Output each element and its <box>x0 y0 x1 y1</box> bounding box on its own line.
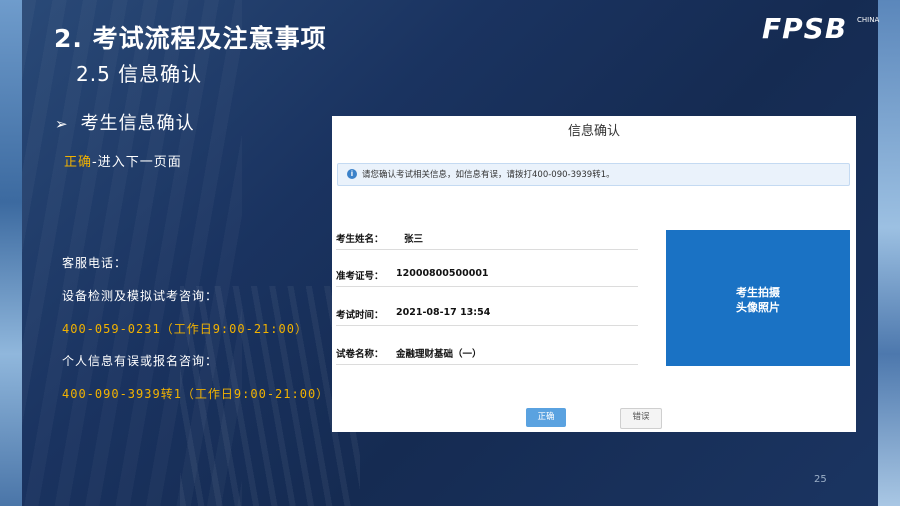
field-label: 考生姓名： <box>336 234 384 245</box>
slide: 2. 考试流程及注意事项 2.5 信息确认 FPSB CHINA ➢ 考生信息确认… <box>0 0 900 506</box>
device-check-phone: 400-059-0231（工作日9:00-21:00） <box>62 322 308 336</box>
notice-text: 请您确认考试相关信息，如信息有误，请拨打400-090-3939转1。 <box>362 170 615 180</box>
bullet-heading: ➢ 考生信息确认 <box>55 109 195 135</box>
device-check-label: 设备检测及模拟试考咨询： <box>62 289 219 303</box>
notice-bar: i 请您确认考试相关信息，如信息有误，请拨打400-090-3939转1。 <box>337 163 850 186</box>
error-button[interactable]: 错误 <box>620 408 662 429</box>
field-value: 12000800500001 <box>396 268 489 279</box>
info-icon: i <box>347 169 357 179</box>
field-exam-time: 考试时间： 2021-08-17 13:54 <box>336 303 638 326</box>
logo-text: FPSB <box>762 12 848 45</box>
field-label: 准考证号： <box>336 271 384 282</box>
candidate-photo: 考生拍摄 头像照片 <box>666 230 850 366</box>
info-confirm-screen: 信息确认 i 请您确认考试相关信息，如信息有误，请拨打400-090-3939转… <box>332 116 856 432</box>
instruction-rest: -进入下一页面 <box>92 155 182 170</box>
confirm-button[interactable]: 正确 <box>526 408 566 427</box>
instruction: 正确-进入下一页面 <box>64 151 182 170</box>
field-label: 考试时间： <box>336 310 384 321</box>
field-value: 张三 <box>404 234 424 245</box>
left-edge-decoration <box>0 0 22 506</box>
field-value: 金融理财基础（一） <box>396 349 482 360</box>
personal-info-label: 个人信息有误或报名咨询： <box>62 354 219 368</box>
logo-sub-text: CHINA <box>857 16 880 24</box>
field-admission-number: 准考证号： 12000800500001 <box>336 264 638 287</box>
service-label: 客服电话： <box>62 256 128 270</box>
field-label: 试卷名称： <box>336 349 384 360</box>
personal-info-phone: 400-090-3939转1（工作日9:00-21:00） <box>62 387 330 401</box>
bullet-text: 考生信息确认 <box>80 113 195 134</box>
field-value: 2021-08-17 13:54 <box>396 307 491 318</box>
photo-caption-line1: 考生拍摄 <box>736 286 780 299</box>
slide-title: 2. 考试流程及注意事项 <box>54 24 327 53</box>
photo-caption-line2: 头像照片 <box>736 301 780 314</box>
fpsb-logo: FPSB CHINA <box>762 12 879 45</box>
screen-title: 信息确认 <box>567 124 620 139</box>
arrow-right-icon: ➢ <box>55 115 69 133</box>
instruction-highlight: 正确 <box>64 155 93 170</box>
right-edge-decoration <box>878 0 900 506</box>
field-paper-name: 试卷名称： 金融理财基础（一） <box>336 342 638 365</box>
slide-subtitle: 2.5 信息确认 <box>76 62 203 86</box>
page-number: 25 <box>814 474 827 485</box>
field-candidate-name: 考生姓名： 张三 <box>336 227 638 250</box>
